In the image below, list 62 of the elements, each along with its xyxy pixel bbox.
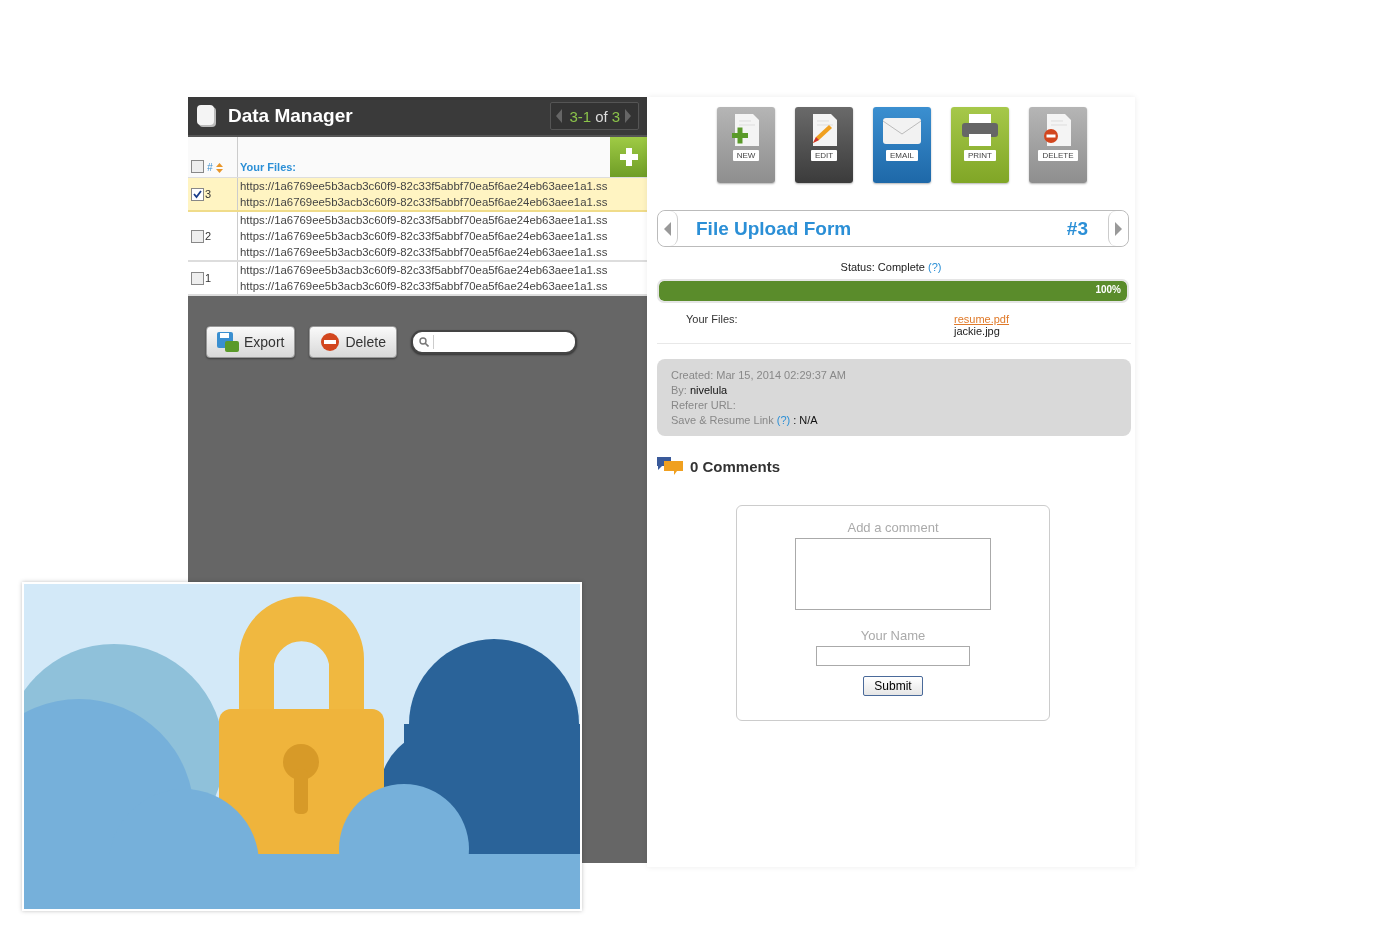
documents-icon (196, 104, 218, 128)
next-icon[interactable] (624, 108, 634, 124)
previous-button[interactable] (658, 211, 678, 246)
new-button[interactable]: NEW (717, 107, 775, 183)
name-field[interactable] (816, 646, 970, 666)
email-button[interactable]: EMAIL (873, 107, 931, 183)
checkbox[interactable] (191, 271, 204, 285)
printer-icon (960, 113, 1000, 147)
file-url: https://1a6769ee5b3acb3c60f9-82c33f5abbf70ea5f6ae24eb63aee1a1.ss (240, 245, 608, 260)
minus-circle-icon (320, 332, 341, 352)
status-text: Status: Complete (?) (839, 261, 943, 273)
edit-button[interactable]: EDIT (795, 107, 853, 183)
next-button[interactable] (1108, 211, 1128, 246)
search-icon (418, 337, 429, 347)
table-row[interactable]: 1 https://1a6769ee5b3acb3c60f9-82c33f5abbf70ea5f6ae24eb63aee1a1.ss https://1a6769ee5b3acb3c60f9-82c33f5abbf70ea5f6ae24eb63aee1a1.ss (188, 262, 647, 296)
file-url: https://1a6769ee5b3acb3c60f9-82c33f5abbf70ea5f6ae24eb63aee1a1.ss (240, 179, 608, 194)
file-url: https://1a6769ee5b3acb3c60f9-82c33f5abbf70ea5f6ae24eb63aee1a1.ss (240, 213, 608, 228)
progress-reading: 100% (1095, 284, 1121, 295)
help-link[interactable]: (?) (928, 261, 942, 273)
plus-icon (619, 148, 638, 166)
left-triangle-icon (664, 221, 671, 236)
search-field[interactable] (410, 330, 577, 354)
comments-count: 0 Comments (690, 457, 781, 475)
print-button[interactable]: PRINT (951, 107, 1009, 183)
entry-number: #3 (1066, 217, 1089, 240)
export-button[interactable]: Export (206, 326, 296, 358)
by-label: By: (671, 384, 687, 396)
add-button[interactable] (610, 137, 647, 177)
form-title: File Upload Form (695, 217, 853, 240)
pager-range: 3-1 (569, 107, 592, 125)
row-number: 2 (205, 230, 212, 242)
file-url: https://1a6769ee5b3acb3c60f9-82c33f5abbf70ea5f6ae24eb63aee1a1.ss (240, 279, 608, 294)
panel-title: Data Manager (228, 105, 354, 127)
name-label: Your Name (860, 628, 926, 643)
comment-label: Add a comment (847, 520, 939, 535)
number-header: # (207, 162, 213, 173)
delete-button[interactable]: Delete (309, 326, 397, 358)
checkbox[interactable] (191, 229, 204, 243)
file-url: https://1a6769ee5b3acb3c60f9-82c33f5abbf70ea5f6ae24eb63aee1a1.ss (240, 195, 608, 210)
pager-total: 3 (611, 107, 620, 125)
author-name: nivelula (689, 384, 728, 396)
file-name: jackie.jpg (954, 325, 1001, 337)
file-url: https://1a6769ee5b3acb3c60f9-82c33f5abbf70ea5f6ae24eb63aee1a1.ss (240, 229, 608, 244)
floppy-disk-icon (217, 332, 239, 352)
checkbox[interactable] (191, 187, 204, 201)
save-resume-label: Save & Resume Link (671, 414, 774, 426)
delete-button[interactable]: DELETE (1029, 107, 1087, 183)
pager-of: of (595, 107, 608, 125)
referrer-label: Referer URL: (671, 399, 737, 411)
speech-bubbles-icon (657, 456, 683, 476)
files-label: Your Files: (686, 313, 739, 327)
save-resume-value: : N/A (793, 414, 818, 426)
file-url: https://1a6769ee5b3acb3c60f9-82c33f5abbf70ea5f6ae24eb63aee1a1.ss (240, 263, 608, 278)
row-number: 3 (205, 188, 212, 200)
submit-button[interactable]: Submit (863, 676, 923, 696)
created-text: Created: Mar 15, 2014 02:29:37 AM (671, 369, 847, 381)
row-number: 1 (205, 272, 212, 284)
column-header: Your Files: (239, 161, 298, 175)
right-triangle-icon (1115, 221, 1122, 236)
sort-icon[interactable] (215, 163, 223, 173)
comment-field[interactable] (795, 538, 991, 610)
checkbox[interactable] (191, 160, 204, 173)
